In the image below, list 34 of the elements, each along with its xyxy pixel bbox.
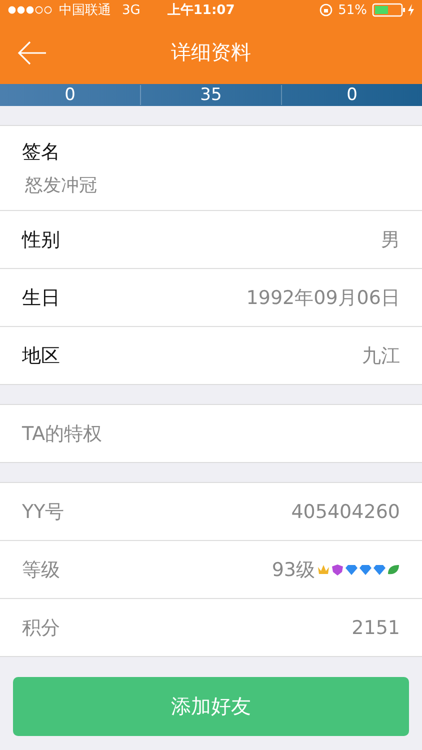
row-value: 1992年09月06日: [246, 286, 400, 310]
stat-count: 0: [64, 85, 76, 105]
row-label: YY号: [22, 500, 64, 524]
row-label: 生日: [22, 286, 60, 310]
battery-percent: 51%: [338, 2, 367, 18]
shield-icon: [331, 564, 344, 576]
row-value: 九江: [362, 344, 400, 368]
add-friend-button[interactable]: 添加好友: [13, 677, 409, 736]
diamond-icon: [359, 564, 372, 576]
rotation-lock-icon: [319, 3, 334, 17]
carrier-name: 中国联通: [59, 2, 111, 19]
diamond-icon: [345, 564, 358, 576]
row-label: 等级: [22, 558, 60, 582]
stat-count: 0: [281, 85, 422, 105]
row-label: 性别: [22, 228, 60, 252]
diamond-icon: [373, 564, 386, 576]
row-label: TA的特权: [22, 422, 102, 446]
row-value: 2151: [352, 616, 400, 638]
stat-count: 35: [140, 85, 281, 105]
back-arrow-icon[interactable]: [17, 40, 47, 66]
row-value: 405404260: [291, 500, 400, 522]
network-type: 3G: [122, 2, 140, 18]
page-title: 详细资料: [171, 38, 251, 66]
crown-icon: [317, 564, 330, 576]
clock-time: 上午11:07: [167, 2, 235, 19]
row-value: 男: [381, 228, 400, 252]
signature-text: 怒发冲冠: [24, 174, 97, 197]
battery-icon: [372, 3, 416, 17]
row-value: 93级: [272, 558, 315, 582]
row-label: 签名: [22, 140, 60, 165]
row-label: 积分: [22, 616, 60, 640]
row-label: 地区: [22, 344, 60, 368]
leaf-icon: [387, 564, 400, 576]
signal-icon: [8, 6, 54, 14]
